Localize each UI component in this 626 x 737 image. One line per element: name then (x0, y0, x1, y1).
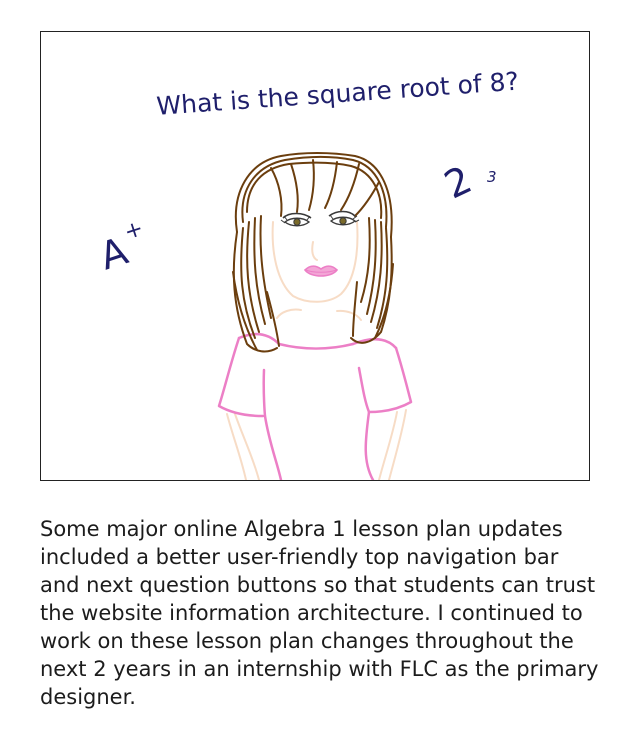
power-base: 2 (438, 157, 479, 207)
grade-mark: A + (95, 216, 147, 279)
power-exponent: 3 (487, 168, 497, 186)
question-text: What is the square root of 8? (156, 67, 520, 121)
right-eye-icon (328, 210, 360, 226)
lips-icon (303, 265, 339, 277)
eyes (280, 210, 360, 227)
left-eye-icon (280, 212, 312, 227)
grade-plus: + (121, 216, 146, 245)
shirt (217, 332, 413, 480)
illustration-frame: What is the square root of 8? A + 2 3 (40, 31, 590, 481)
caption-text: Some major online Algebra 1 lesson plan … (40, 517, 599, 709)
power-expression: 2 3 (438, 157, 497, 207)
teacher-drawing: What is the square root of 8? A + 2 3 (95, 67, 520, 480)
face (271, 221, 359, 303)
